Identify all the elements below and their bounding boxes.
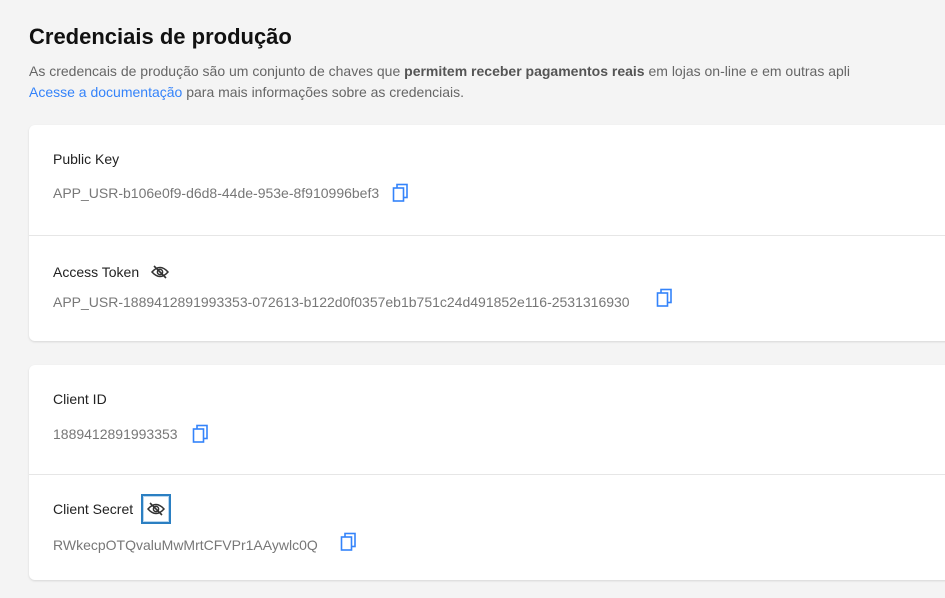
client-secret-row: Client Secret RWkecpOTQvaluMwMrtCFVPr1AA…: [29, 475, 945, 580]
copy-icon[interactable]: [340, 532, 358, 552]
client-id-row: Client ID 1889412891993353: [29, 365, 945, 475]
desc-text: As credencais de produção são um conjunt…: [29, 63, 405, 79]
public-key-row: Public Key APP_USR-b106e0f9-d6d8-44de-95…: [29, 125, 945, 236]
copy-icon[interactable]: [392, 183, 410, 203]
access-token-value-wrap: APP_USR-1889412891993353-072613-b122d0f0…: [53, 288, 674, 310]
desc-text: para mais informações sobre as credencia…: [182, 84, 465, 100]
page-title: Credenciais de produção: [29, 24, 292, 49]
desc-bold: permitem receber pagamentos reais: [404, 63, 645, 79]
client-secret-value: RWkecpOTQvaluMwMrtCFVPr1AAywlc0Q: [53, 537, 318, 553]
client-id-value: 1889412891993353: [53, 426, 178, 442]
eye-slash-icon[interactable]: [141, 494, 172, 524]
eye-slash-icon[interactable]: [149, 261, 171, 283]
access-token-value: APP_USR-1889412891993353-072613-b122d0f0…: [53, 294, 630, 310]
documentation-link[interactable]: Acesse a documentação: [29, 84, 182, 100]
public-key-value-wrap: APP_USR-b106e0f9-d6d8-44de-953e-8f910996…: [53, 183, 410, 203]
copy-icon[interactable]: [192, 424, 210, 444]
public-key-value: APP_USR-b106e0f9-d6d8-44de-953e-8f910996…: [53, 185, 380, 201]
public-key-label: Public Key: [53, 151, 120, 167]
client-secret-label: Client Secret: [53, 501, 134, 517]
client-secret-label-wrap: Client Secret: [53, 494, 172, 524]
client-card: Client ID 1889412891993353 Client Secret…: [29, 365, 945, 580]
access-token-label-wrap: Access Token: [53, 261, 171, 283]
keys-card: Public Key APP_USR-b106e0f9-d6d8-44de-95…: [29, 125, 945, 341]
client-id-value-wrap: 1889412891993353: [53, 424, 210, 444]
desc-text: em lojas on-line e em outras apli: [644, 63, 851, 79]
page-description: As credencais de produção são um conjunt…: [29, 61, 850, 103]
client-secret-value-wrap: RWkecpOTQvaluMwMrtCFVPr1AAywlc0Q: [53, 532, 358, 553]
access-token-label: Access Token: [53, 264, 140, 280]
copy-icon[interactable]: [656, 288, 674, 308]
access-token-row: Access Token APP_USR-1889412891993353-07…: [29, 236, 945, 341]
client-id-label: Client ID: [53, 391, 107, 407]
